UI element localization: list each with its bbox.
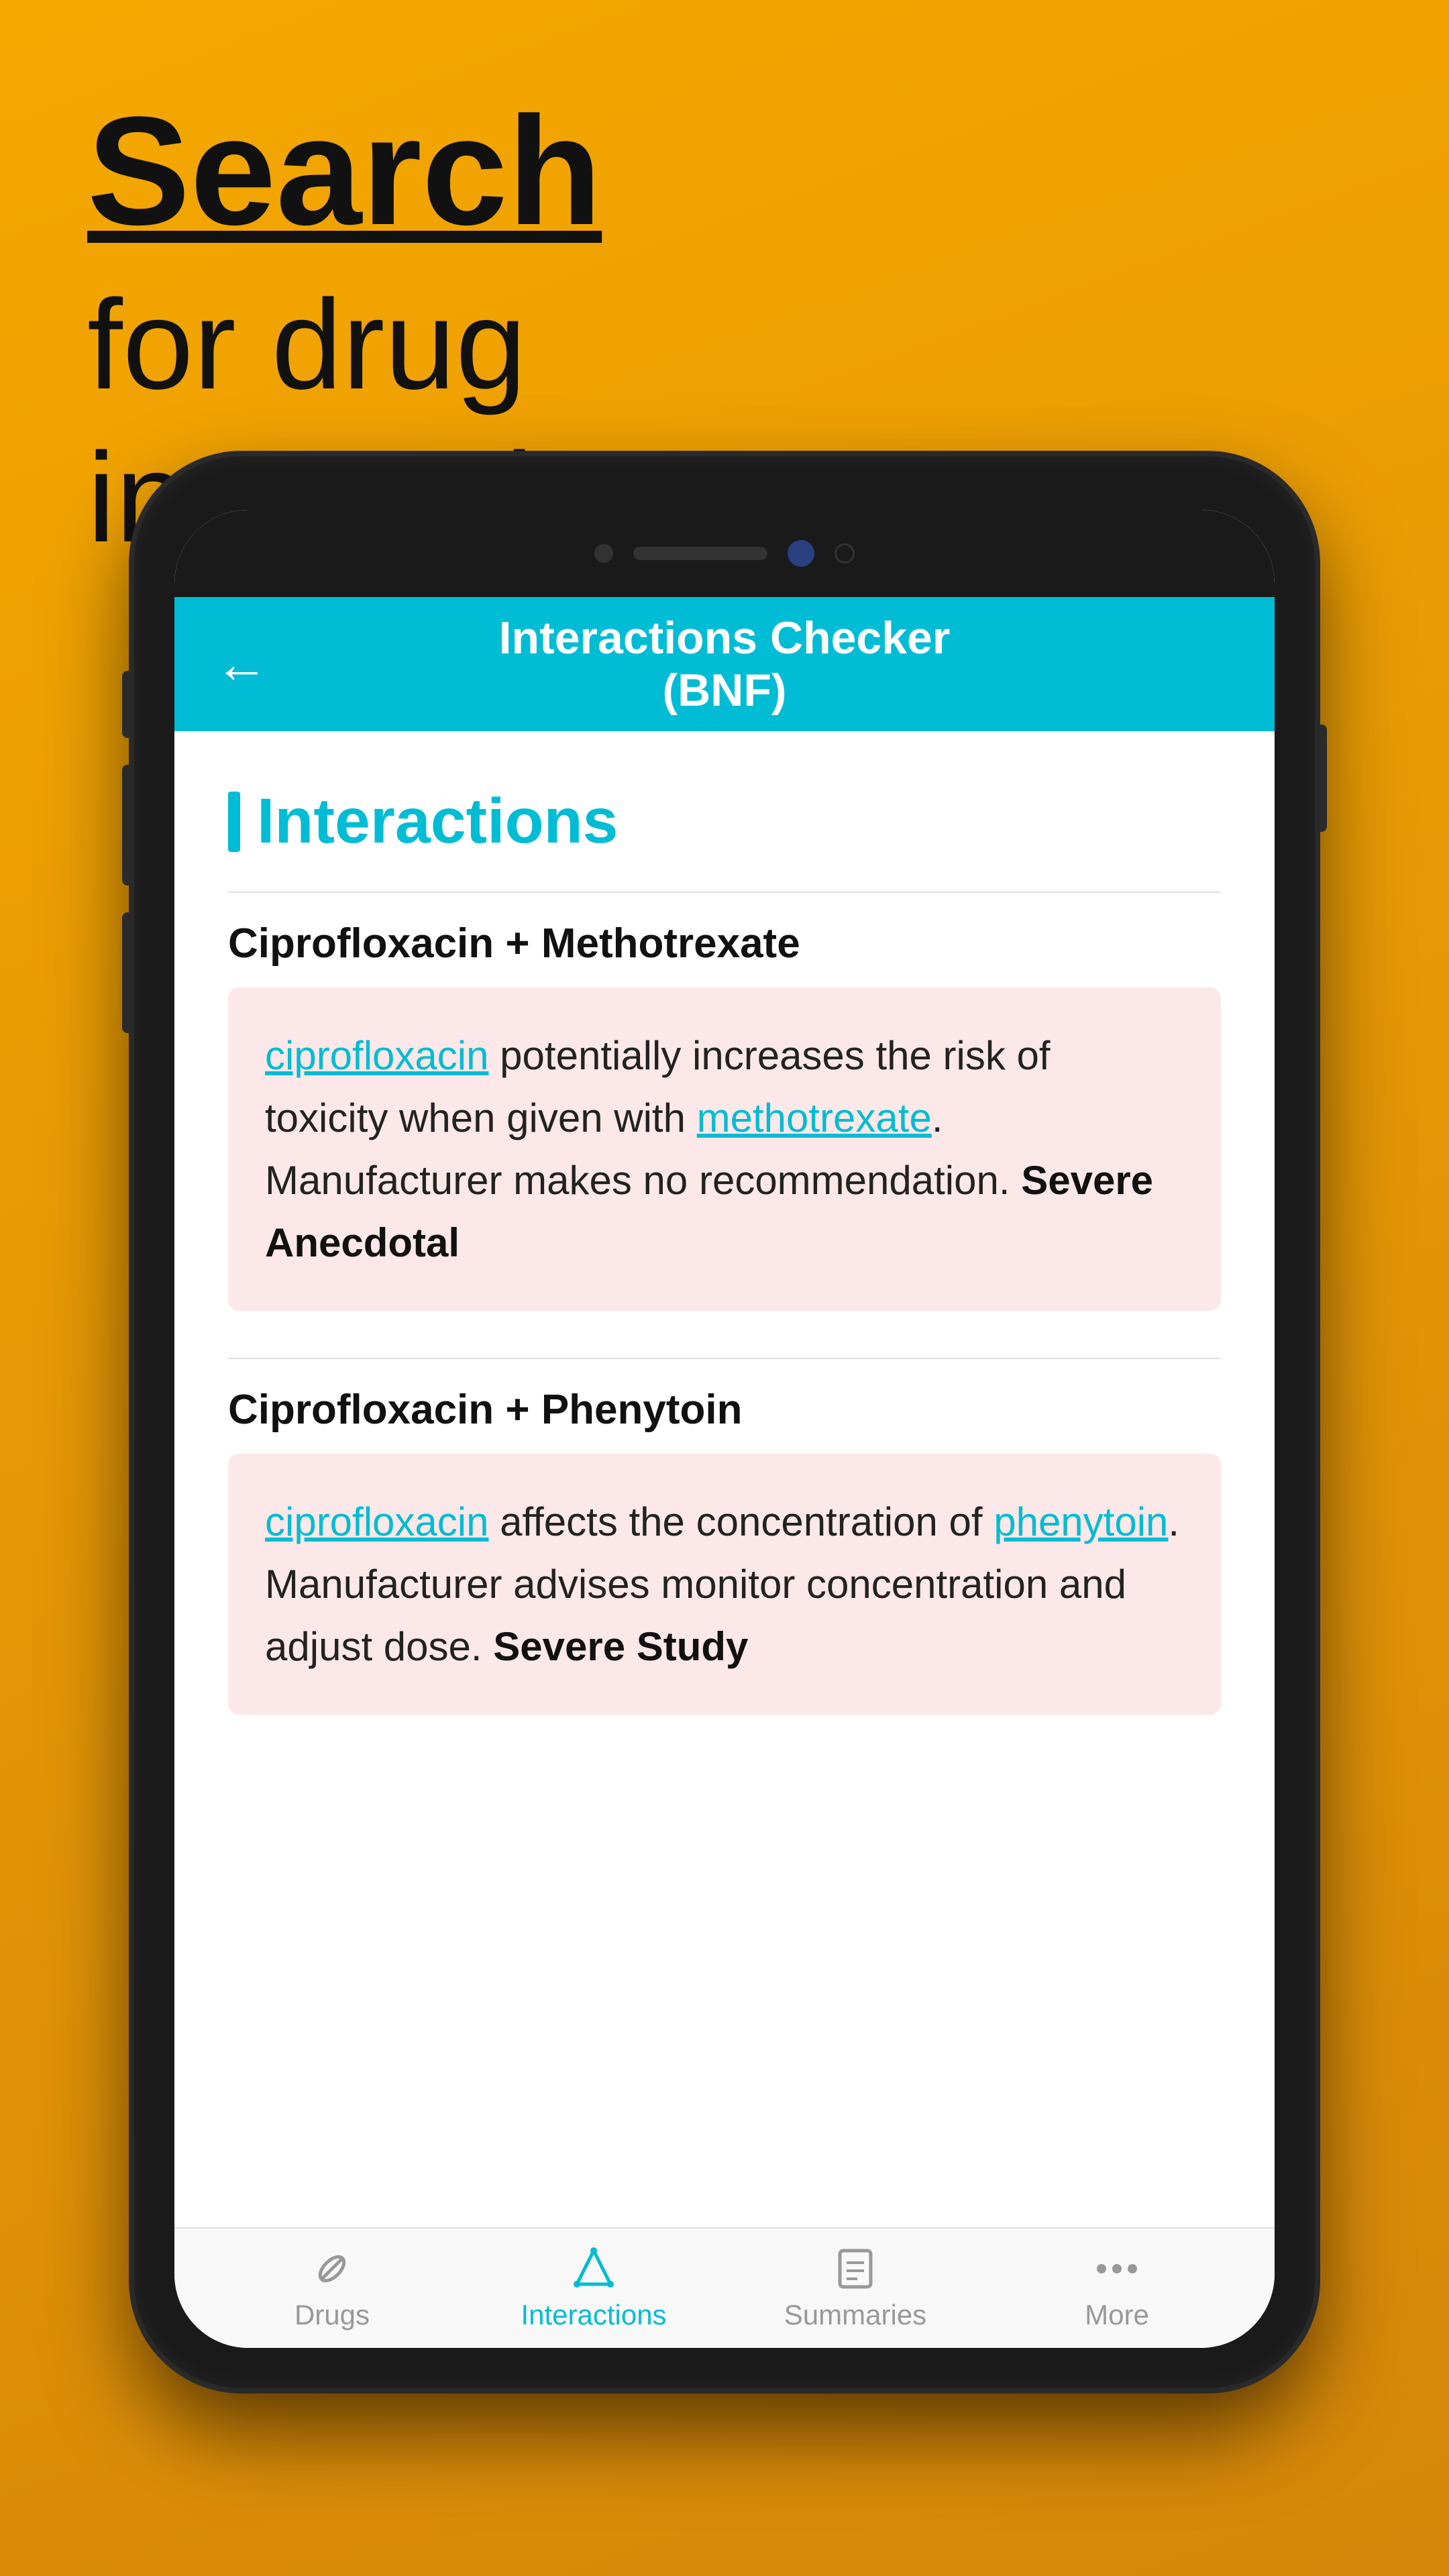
pill-icon xyxy=(309,2245,356,2292)
nav-label-interactions: Interactions xyxy=(521,2299,666,2331)
speaker-grill xyxy=(633,547,767,560)
back-button[interactable]: ← xyxy=(215,633,268,695)
nav-item-interactions[interactable]: Interactions xyxy=(478,2245,708,2331)
section-heading-bar xyxy=(228,792,240,852)
severity-1: Severe Anecdotal xyxy=(265,1158,1153,1265)
nav-item-drugs[interactable]: Drugs xyxy=(217,2245,447,2331)
interactions-icon xyxy=(570,2245,617,2292)
bottom-navigation: Drugs Interactions xyxy=(174,2227,1275,2348)
severity-2: Severe Study xyxy=(493,1624,748,1669)
interaction-2-card: ciprofloxacin affects the concentration … xyxy=(228,1454,1221,1715)
nav-label-drugs: Drugs xyxy=(294,2299,370,2331)
interaction-2-title: Ciprofloxacin + Phenytoin xyxy=(228,1386,1221,1434)
document-icon xyxy=(832,2245,879,2292)
drug-link-phenytoin[interactable]: phenytoin xyxy=(994,1499,1168,1544)
interaction-1-title: Ciprofloxacin + Methotrexate xyxy=(228,920,1221,967)
app-header-bar: ← Interactions Checker (BNF) xyxy=(174,597,1275,731)
interaction-1-card: ciprofloxacin potentially increases the … xyxy=(228,987,1221,1311)
section-heading: Interactions xyxy=(228,785,1221,858)
app-title-line2: (BNF) xyxy=(499,664,951,716)
drug-link-methotrexate[interactable]: methotrexate xyxy=(697,1095,932,1140)
drug-link-ciprofloxacin-2[interactable]: ciprofloxacin xyxy=(265,1499,489,1544)
sensor-dot xyxy=(594,544,613,563)
nav-item-summaries[interactable]: Summaries xyxy=(740,2245,970,2331)
nav-label-more: More xyxy=(1085,2299,1149,2331)
drug-link-ciprofloxacin-1[interactable]: ciprofloxacin xyxy=(265,1033,489,1078)
content-area: Interactions Ciprofloxacin + Methotrexat… xyxy=(174,731,1275,2227)
phone-screen: ← Interactions Checker (BNF) Interaction… xyxy=(174,510,1275,2348)
front-camera xyxy=(788,540,814,567)
mute-button xyxy=(122,671,134,738)
status-bar xyxy=(174,510,1275,597)
nav-item-more[interactable]: More xyxy=(1002,2245,1232,2331)
sensor-dot-2 xyxy=(835,543,855,564)
divider-1 xyxy=(228,892,1221,893)
volume-down-button xyxy=(122,912,134,1033)
section-heading-text: Interactions xyxy=(257,785,618,858)
more-dots-icon xyxy=(1093,2245,1140,2292)
phone-shell: ← Interactions Checker (BNF) Interaction… xyxy=(134,456,1315,2388)
app-title: Interactions Checker (BNF) xyxy=(499,612,951,716)
volume-up-button xyxy=(122,765,134,885)
divider-2 xyxy=(228,1358,1221,1359)
power-button xyxy=(1315,724,1327,832)
app-title-line1: Interactions Checker xyxy=(499,612,951,664)
header-search-title: Search xyxy=(87,94,739,248)
phone-device: ← Interactions Checker (BNF) Interaction… xyxy=(134,456,1315,2388)
nav-label-summaries: Summaries xyxy=(784,2299,926,2331)
